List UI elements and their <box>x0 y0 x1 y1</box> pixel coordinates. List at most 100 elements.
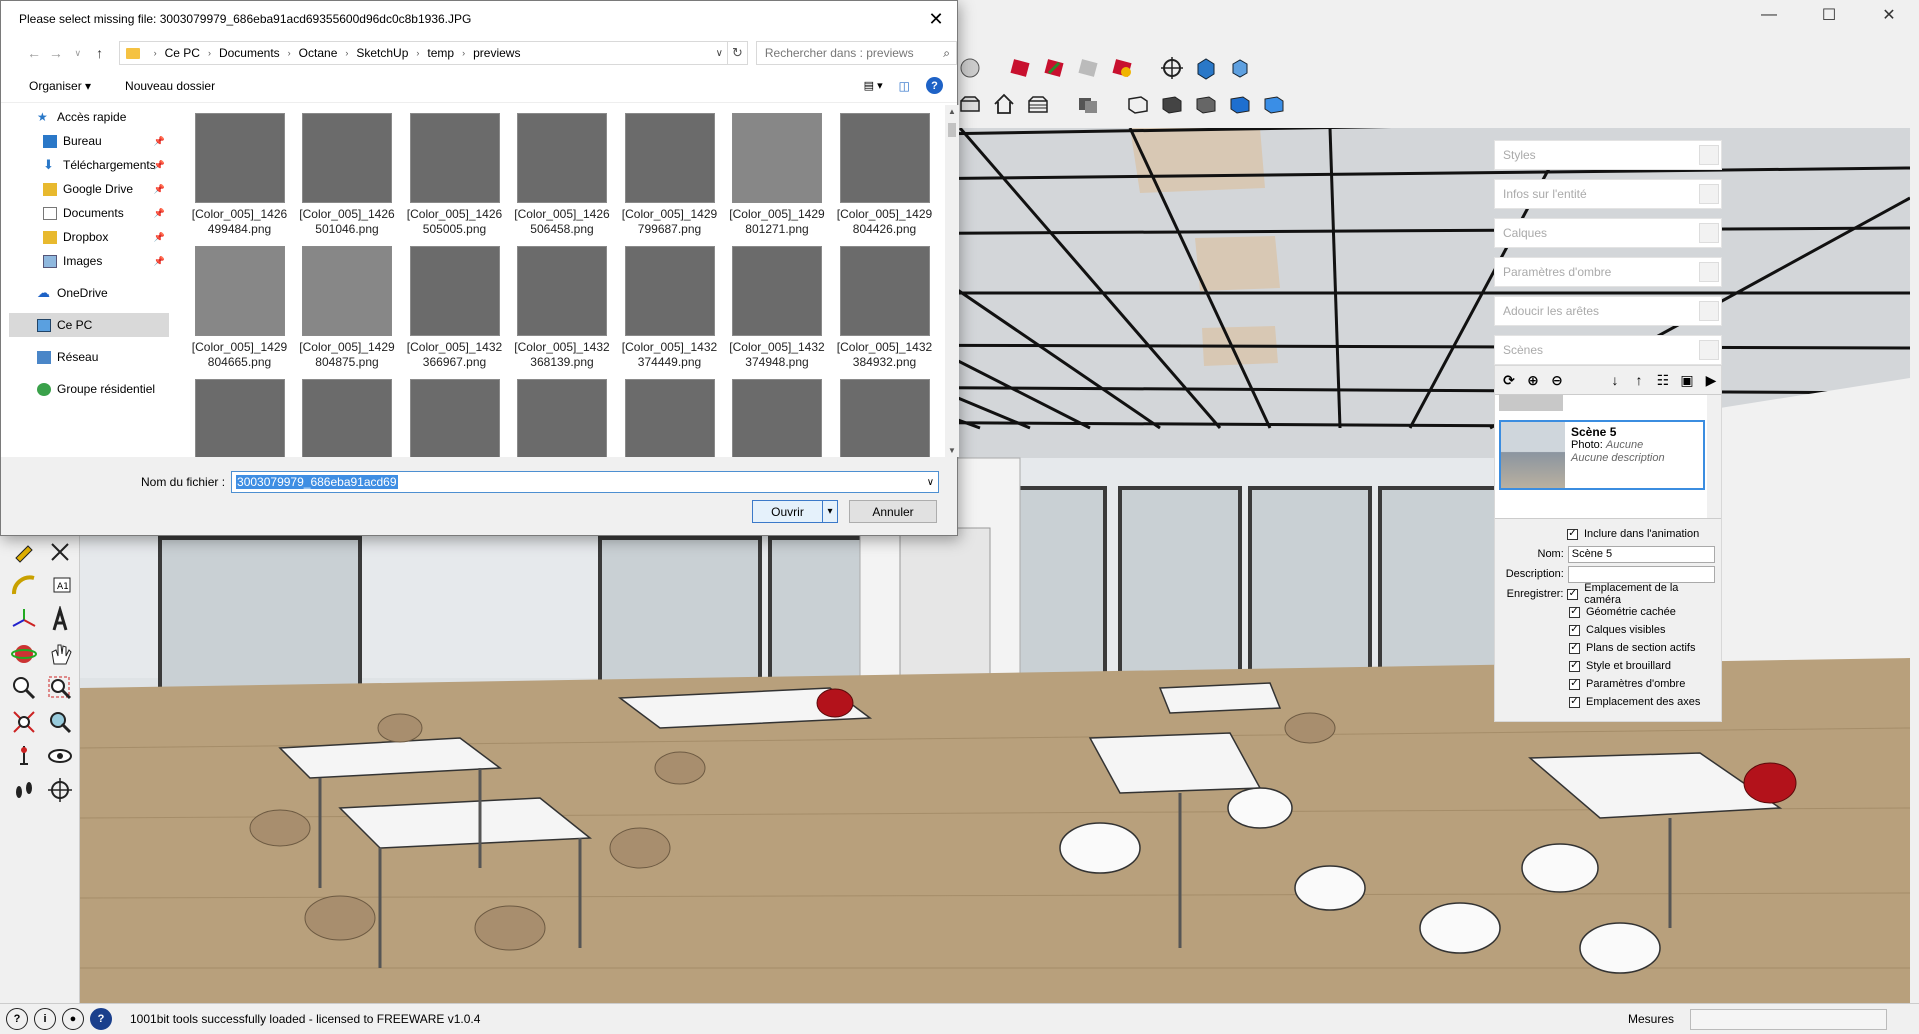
panel-close-icon[interactable] <box>1699 301 1719 321</box>
add-scene-icon[interactable]: ⊕ <box>1523 370 1543 390</box>
file-item[interactable]: [Color_005]_1426 501046.png <box>299 113 395 246</box>
scene-name-input[interactable] <box>1567 545 1715 563</box>
move-scene-down-icon[interactable]: ↓ <box>1605 370 1625 390</box>
text-tool-icon[interactable]: A1 <box>44 571 76 601</box>
panel-close-icon[interactable] <box>1699 145 1719 165</box>
file-item[interactable]: [Color_005]_1429 799687.png <box>622 113 717 246</box>
file-item[interactable]: [Color_005]_1432 368139.png <box>514 246 610 379</box>
nav-dropbox[interactable]: Dropbox 📌 <box>9 225 169 249</box>
nav-quick-access[interactable]: ★ Accès rapide <box>9 105 169 129</box>
geolocation-icon[interactable]: ? <box>6 1008 28 1030</box>
zoom-extents-icon[interactable] <box>8 707 40 737</box>
file-item-partial[interactable] <box>838 379 931 457</box>
panel-close-icon[interactable] <box>1699 340 1719 360</box>
shaded-style-icon[interactable] <box>1191 89 1221 119</box>
nav-images[interactable]: Images 📌 <box>9 249 169 273</box>
zoom-icon[interactable] <box>8 673 40 703</box>
preview-pane-icon[interactable]: ◫ <box>899 79 910 93</box>
wireframe-style-icon[interactable] <box>1123 89 1153 119</box>
save-option-checkbox[interactable]: ✓ <box>1569 642 1580 654</box>
tray-panel-soften-edges[interactable]: Adoucir les arêtes <box>1494 296 1722 326</box>
nav-homegroup[interactable]: Groupe résidentiel <box>9 377 169 401</box>
recent-locations-icon[interactable]: ∨ <box>67 48 89 59</box>
zoom-window-icon[interactable] <box>44 673 76 703</box>
breadcrumb-documents[interactable]: Documents <box>219 46 280 60</box>
panel-close-icon[interactable] <box>1699 262 1719 282</box>
share-model-icon[interactable] <box>1039 53 1069 83</box>
save-option-checkbox[interactable]: ✓ <box>1569 660 1580 672</box>
file-item[interactable]: [Color_005]_1432 384932.png <box>837 246 932 379</box>
previous-view-icon[interactable] <box>44 707 76 737</box>
tray-panel-shadows[interactable]: Paramètres d'ombre <box>1494 257 1722 287</box>
axes-tool-icon[interactable] <box>8 605 40 635</box>
file-item[interactable]: [Color_005]_1429 804426.png <box>837 113 932 246</box>
section-tool-icon[interactable] <box>44 775 76 805</box>
view-options-icon[interactable]: ☷ <box>1653 370 1673 390</box>
help-icon[interactable]: ? <box>926 77 943 94</box>
nav-desktop[interactable]: Bureau 📌 <box>9 129 169 153</box>
panel-close-icon[interactable] <box>1699 223 1719 243</box>
file-item-partial[interactable] <box>623 379 716 457</box>
tray-panel-layers[interactable]: Calques <box>1494 218 1722 248</box>
protractor-icon[interactable] <box>8 571 40 601</box>
organize-button[interactable]: Organiser ▾ <box>29 79 91 93</box>
file-item[interactable]: [Color_005]_1429 804665.png <box>192 246 287 379</box>
breadcrumb-ce-pc[interactable]: Ce PC <box>165 46 200 60</box>
breadcrumb-previews[interactable]: previews <box>473 46 520 60</box>
3d-text-icon[interactable] <box>44 605 76 635</box>
nav-google-drive[interactable]: Google Drive 📌 <box>9 177 169 201</box>
save-option-checkbox[interactable]: ✓ <box>1567 588 1579 600</box>
remove-scene-icon[interactable]: ⊖ <box>1547 370 1567 390</box>
include-animation-checkbox[interactable]: ✓ <box>1567 528 1578 540</box>
scenes-list[interactable]: Scène 5 Photo: Aucune Aucune description <box>1495 394 1721 519</box>
breadcrumb-temp[interactable]: temp <box>427 46 454 60</box>
file-item[interactable]: [Color_005]_1426 506458.png <box>514 113 610 246</box>
measures-input[interactable] <box>1690 1009 1887 1030</box>
forward-arrow-icon[interactable]: → <box>45 45 67 61</box>
file-item-partial[interactable] <box>193 379 286 457</box>
minimize-icon[interactable]: — <box>1739 0 1799 30</box>
file-item[interactable]: [Color_005]_1432 374449.png <box>622 246 717 379</box>
section-plane-icon[interactable] <box>1191 53 1221 83</box>
file-item-partial[interactable] <box>301 379 394 457</box>
nav-documents[interactable]: Documents 📌 <box>9 201 169 225</box>
shaded-texture-style-icon[interactable] <box>1225 89 1255 119</box>
nav-this-pc[interactable]: Ce PC <box>9 313 169 337</box>
paint-bucket-icon[interactable] <box>8 537 40 567</box>
sandbox-tool-icon[interactable] <box>44 537 76 567</box>
update-scene-icon[interactable]: ⟳ <box>1499 370 1519 390</box>
home-view-icon[interactable] <box>989 89 1019 119</box>
panel-close-icon[interactable] <box>1699 184 1719 204</box>
tray-panel-scenes[interactable]: Scènes <box>1494 335 1722 365</box>
cancel-button[interactable]: Annuler <box>849 500 937 523</box>
address-dropdown-icon[interactable]: ∨ <box>716 48 723 59</box>
model-info-icon[interactable] <box>955 53 985 83</box>
open-dropdown-icon[interactable]: ▾ <box>823 506 837 517</box>
look-around-icon[interactable] <box>44 741 76 771</box>
position-camera-tool-icon[interactable] <box>8 741 40 771</box>
view-right-icon[interactable] <box>1023 89 1053 119</box>
filename-dropdown-icon[interactable]: ∨ <box>927 477 934 488</box>
orbit-icon[interactable] <box>8 639 40 669</box>
nav-onedrive[interactable]: ☁ OneDrive <box>9 281 169 305</box>
extension-warehouse-icon[interactable] <box>1107 53 1137 83</box>
back-arrow-icon[interactable]: ← <box>23 45 45 61</box>
file-item-partial[interactable] <box>408 379 501 457</box>
maximize-icon[interactable]: ☐ <box>1799 0 1859 30</box>
address-bar[interactable]: › Ce PC › Documents › Octane › SketchUp … <box>118 41 728 65</box>
file-item[interactable]: [Color_005]_1432 366967.png <box>407 246 502 379</box>
tray-panel-styles[interactable]: Styles <box>1494 140 1722 170</box>
up-folder-icon[interactable]: ↑ <box>89 45 111 61</box>
file-item-partial[interactable] <box>516 379 609 457</box>
file-grid-scrollbar[interactable]: ▲ ▼ <box>945 105 959 457</box>
position-camera-icon[interactable] <box>1157 53 1187 83</box>
file-item[interactable]: [Color_005]_1429 801271.png <box>729 113 825 246</box>
file-item[interactable]: [Color_005]_1426 505005.png <box>407 113 502 246</box>
xray-style-icon[interactable] <box>1073 89 1103 119</box>
save-option-checkbox[interactable]: ✓ <box>1569 696 1580 708</box>
open-button[interactable]: Ouvrir ▾ <box>752 500 838 523</box>
3d-warehouse-icon[interactable] <box>1005 53 1035 83</box>
filename-input[interactable]: 3003079979_686eba91acd69 ∨ <box>231 471 940 493</box>
file-item[interactable]: [Color_005]_1432 374948.png <box>729 246 825 379</box>
nav-downloads[interactable]: ⬇ Téléchargements 📌 <box>9 153 169 177</box>
